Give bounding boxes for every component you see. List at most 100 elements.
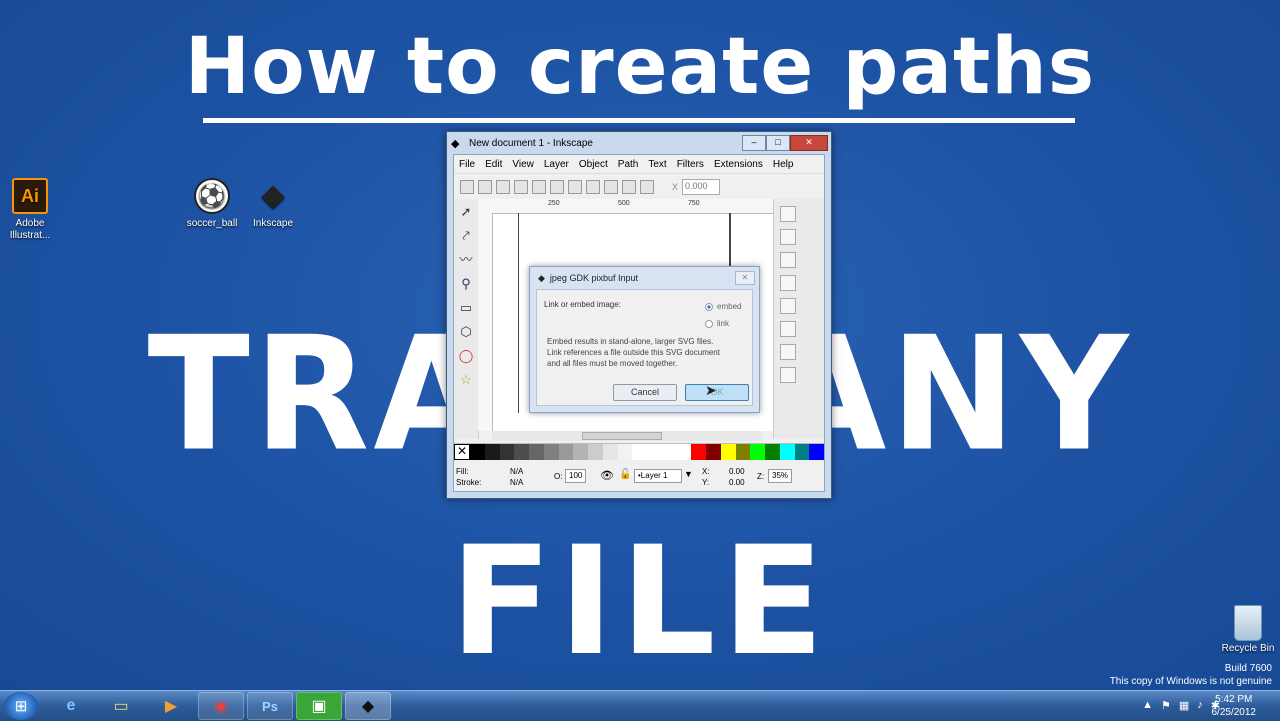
- print-icon[interactable]: [780, 275, 796, 291]
- dialog-titlebar[interactable]: ◆ jpeg GDK pixbuf Input ✕: [530, 267, 759, 289]
- selector-tool-icon[interactable]: ➚: [457, 203, 475, 221]
- color-swatch[interactable]: [809, 444, 824, 460]
- recorder-icon: ▣: [311, 698, 327, 715]
- lock-icon[interactable]: 🔓: [619, 469, 631, 480]
- menu-path[interactable]: Path: [613, 159, 644, 170]
- menu-file[interactable]: File: [454, 159, 480, 170]
- select-all-button[interactable]: [460, 180, 474, 194]
- desktop-icon-inkscape[interactable]: ◆ Inkscape: [238, 178, 308, 230]
- raise-button[interactable]: [622, 180, 636, 194]
- rotate-cw-button[interactable]: [532, 180, 546, 194]
- rotate-ccw-button[interactable]: [514, 180, 528, 194]
- menu-layer[interactable]: Layer: [539, 159, 574, 170]
- color-swatch[interactable]: [573, 444, 588, 460]
- taskbar-chrome[interactable]: ◉: [198, 692, 244, 720]
- taskbar-inkscape[interactable]: ◆: [345, 692, 391, 720]
- undo-icon[interactable]: [780, 344, 796, 360]
- color-swatch[interactable]: [514, 444, 529, 460]
- taskbar-clock[interactable]: 5:42 PM 6/25/2012: [1212, 693, 1257, 719]
- color-swatch[interactable]: [794, 444, 810, 460]
- menu-view[interactable]: View: [507, 159, 539, 170]
- taskbar-ie[interactable]: e: [48, 692, 94, 720]
- export-icon[interactable]: [780, 321, 796, 337]
- menu-edit[interactable]: Edit: [480, 159, 507, 170]
- menu-help[interactable]: Help: [768, 159, 799, 170]
- color-swatch[interactable]: [647, 444, 662, 460]
- dialog-close-button[interactable]: ✕: [735, 271, 755, 285]
- minimize-button[interactable]: –: [742, 135, 766, 151]
- flip-horizontal-button[interactable]: [550, 180, 564, 194]
- tweak-tool-icon[interactable]: 〰: [457, 251, 475, 269]
- color-swatch[interactable]: [543, 444, 559, 460]
- menu-object[interactable]: Object: [574, 159, 613, 170]
- color-swatch[interactable]: [602, 444, 618, 460]
- horizontal-scrollbar[interactable]: [492, 431, 762, 441]
- network-icon[interactable]: ▦: [1179, 699, 1189, 712]
- color-swatch[interactable]: [765, 444, 780, 460]
- start-button[interactable]: ⊞: [4, 692, 38, 720]
- color-swatch[interactable]: [706, 444, 721, 460]
- import-icon[interactable]: [780, 298, 796, 314]
- color-swatch[interactable]: [735, 444, 751, 460]
- color-swatch[interactable]: [676, 444, 692, 460]
- star-tool-icon[interactable]: ☆: [457, 371, 475, 389]
- cancel-button[interactable]: Cancel: [613, 384, 677, 401]
- flip-vertical-button[interactable]: [568, 180, 582, 194]
- zoom-tool-icon[interactable]: ⚲: [457, 275, 475, 293]
- color-swatch[interactable]: [661, 444, 677, 460]
- ok-button[interactable]: OK: [685, 384, 749, 401]
- color-swatch[interactable]: [558, 444, 574, 460]
- desktop-icon-soccer-ball[interactable]: ⚽ soccer_ball: [177, 178, 247, 230]
- taskbar-media-player[interactable]: ▶: [148, 692, 194, 720]
- raise-top-button[interactable]: [640, 180, 654, 194]
- close-button[interactable]: ✕: [790, 135, 828, 151]
- opacity-input[interactable]: 100: [565, 469, 587, 483]
- redo-icon[interactable]: [780, 367, 796, 383]
- taskbar-explorer[interactable]: ▭: [98, 692, 144, 720]
- menu-text[interactable]: Text: [643, 159, 671, 170]
- description-line: Embed results in stand-alone, larger SVG…: [547, 337, 714, 346]
- x-coordinate-input[interactable]: 0.000: [682, 179, 721, 195]
- visibility-eye-icon[interactable]: 👁: [600, 469, 614, 482]
- color-swatch[interactable]: [470, 444, 485, 460]
- layer-dropdown-icon[interactable]: ▼: [684, 469, 693, 479]
- taskbar-photoshop[interactable]: Ps: [247, 692, 293, 720]
- color-swatch[interactable]: [750, 444, 765, 460]
- node-tool-icon[interactable]: ⤤: [457, 227, 475, 245]
- lower-bottom-button[interactable]: [586, 180, 600, 194]
- color-swatch[interactable]: [632, 444, 647, 460]
- link-radio[interactable]: link: [705, 319, 729, 328]
- new-document-icon[interactable]: [780, 206, 796, 222]
- color-swatch[interactable]: [617, 444, 633, 460]
- maximize-button[interactable]: □: [766, 135, 790, 151]
- open-icon[interactable]: [780, 229, 796, 245]
- menu-filters[interactable]: Filters: [672, 159, 709, 170]
- color-swatch[interactable]: [484, 444, 500, 460]
- no-color-swatch[interactable]: ✕: [454, 444, 470, 460]
- action-center-flag-icon[interactable]: ⚑: [1161, 699, 1171, 712]
- window-titlebar[interactable]: ◆ New document 1 - Inkscape – □ ✕: [447, 132, 831, 154]
- volume-icon[interactable]: ♪: [1197, 699, 1203, 712]
- scrollbar-thumb[interactable]: [582, 432, 662, 440]
- color-swatch[interactable]: [779, 444, 795, 460]
- color-swatch[interactable]: [691, 444, 706, 460]
- layer-selector[interactable]: •Layer 1: [634, 469, 682, 483]
- rectangle-tool-icon[interactable]: ▭: [457, 299, 475, 317]
- lower-button[interactable]: [604, 180, 618, 194]
- zoom-input[interactable]: 35%: [768, 469, 793, 483]
- embed-radio[interactable]: embed: [705, 302, 741, 311]
- ellipse-tool-icon[interactable]: ◯: [457, 347, 475, 365]
- desktop-icon-illustrator[interactable]: Ai Adobe Illustrat...: [0, 178, 65, 242]
- color-swatch[interactable]: [529, 444, 544, 460]
- taskbar-camtasia[interactable]: ▣: [296, 692, 342, 720]
- deselect-button[interactable]: [496, 180, 510, 194]
- select-all-layers-button[interactable]: [478, 180, 492, 194]
- save-icon[interactable]: [780, 252, 796, 268]
- color-swatch[interactable]: [499, 444, 515, 460]
- color-swatch[interactable]: [720, 444, 736, 460]
- menu-extensions[interactable]: Extensions: [709, 159, 768, 170]
- desktop-icon-recycle-bin[interactable]: Recycle Bin: [1220, 605, 1276, 654]
- color-swatch[interactable]: [588, 444, 603, 460]
- 3d-box-tool-icon[interactable]: ⬡: [457, 323, 475, 341]
- show-hidden-icons-icon[interactable]: ▲: [1142, 699, 1153, 712]
